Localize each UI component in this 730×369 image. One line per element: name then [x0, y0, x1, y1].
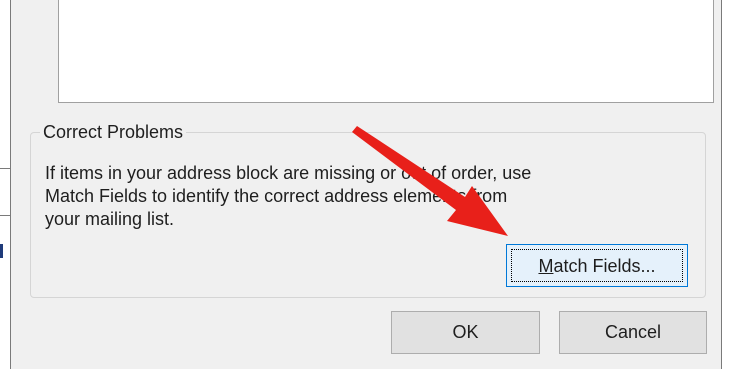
match-fields-button[interactable]: Match Fields... — [506, 244, 688, 287]
address-preview-box — [58, 0, 714, 103]
match-fields-label: atch Fields... — [553, 256, 656, 276]
correct-problems-description: If items in your address block are missi… — [45, 162, 695, 231]
ok-button[interactable]: OK — [391, 311, 540, 354]
description-line-2: Match Fields to identify the correct add… — [45, 186, 508, 206]
description-line-1: If items in your address block are missi… — [45, 163, 532, 183]
side-input-edge[interactable] — [0, 168, 11, 216]
description-line-3: your mailing list. — [45, 209, 175, 229]
match-fields-accel: M — [538, 256, 554, 276]
screenshot-stage: Correct Problems If items in your addres… — [0, 0, 730, 369]
side-label-mark — [0, 244, 3, 258]
cancel-button[interactable]: Cancel — [559, 311, 707, 354]
match-fields-focus-rect: Match Fields... — [511, 249, 683, 282]
correct-problems-title: Correct Problems — [40, 121, 187, 143]
